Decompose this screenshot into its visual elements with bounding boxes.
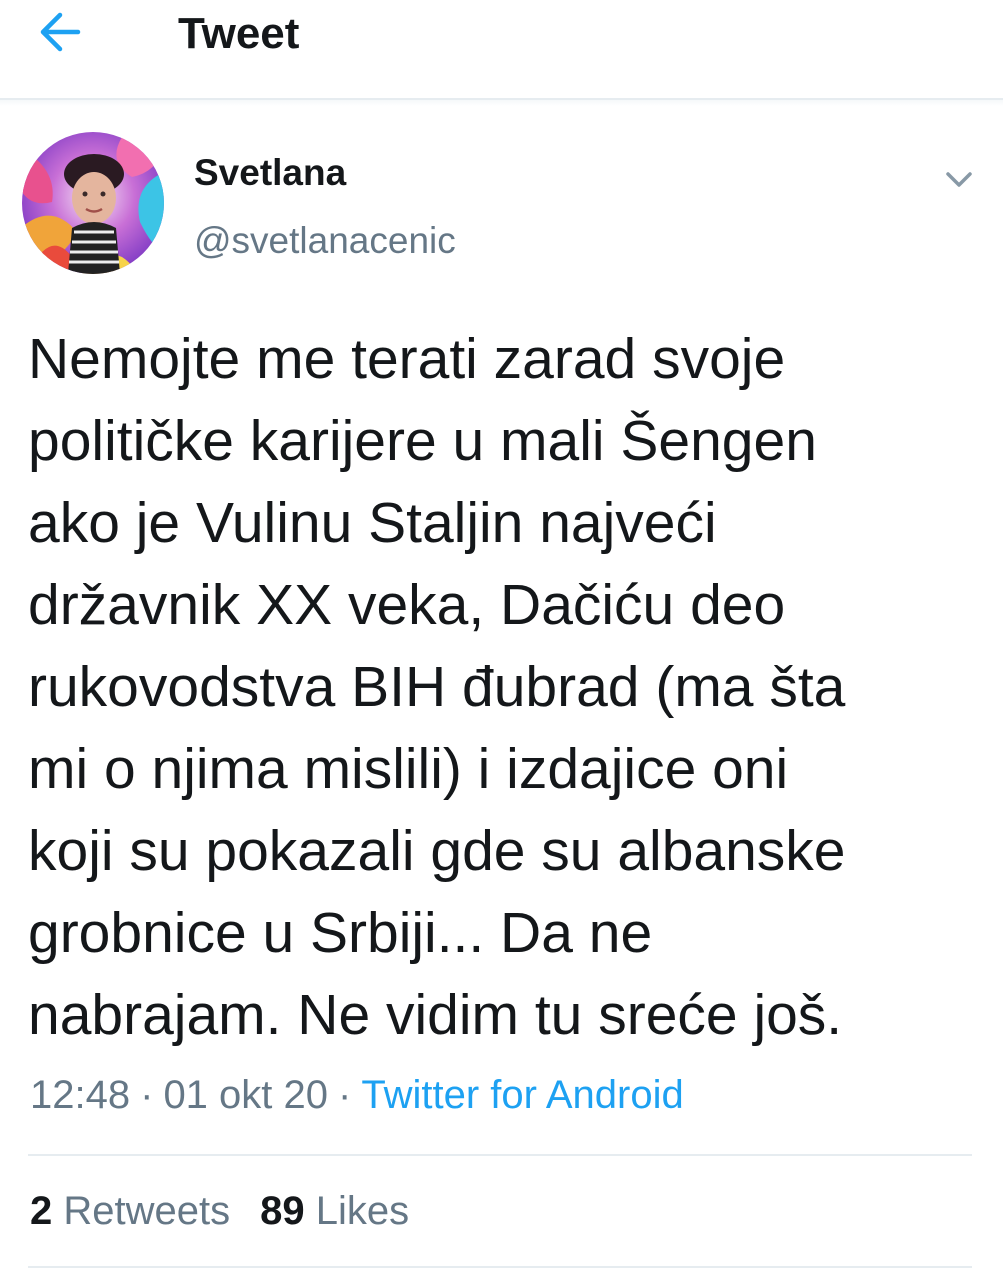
meta-separator: · [338,1073,352,1117]
divider [28,1154,972,1156]
user-handle: @svetlanacenic [194,220,456,261]
retweets-stat[interactable]: 2 Retweets [30,1189,230,1233]
header-shadow [0,100,1003,106]
likes-label: Likes [315,1189,410,1233]
page-title: Tweet [178,9,300,58]
divider [28,1266,972,1268]
display-name[interactable]: Svetlana [194,150,346,196]
avatar[interactable] [22,132,164,274]
tweet-metadata: 12:48 · 01 okt 20 · Twitter for Android [30,1070,684,1120]
retweets-label: Retweets [63,1189,231,1233]
chevron-down-icon [946,172,972,187]
avatar-image [22,132,164,274]
tweet-source-link[interactable]: Twitter for Android [361,1073,683,1117]
retweets-count: 2 [30,1189,53,1233]
tweet-text: Nemojte me terati zarad svoje političke … [28,327,846,1047]
likes-count: 89 [260,1189,305,1233]
tweet-stats: 2 Retweets 89 Likes [30,1186,409,1236]
top-bar: Tweet [0,0,1003,100]
tweet-date: 01 okt 20 [163,1073,329,1117]
tweet-time: 12:48 [30,1073,131,1117]
arrow-left-icon [40,12,81,52]
more-options-button[interactable] [936,160,982,200]
back-button[interactable] [28,0,92,64]
meta-separator: · [140,1073,154,1117]
likes-stat[interactable]: 89 Likes [260,1189,409,1233]
